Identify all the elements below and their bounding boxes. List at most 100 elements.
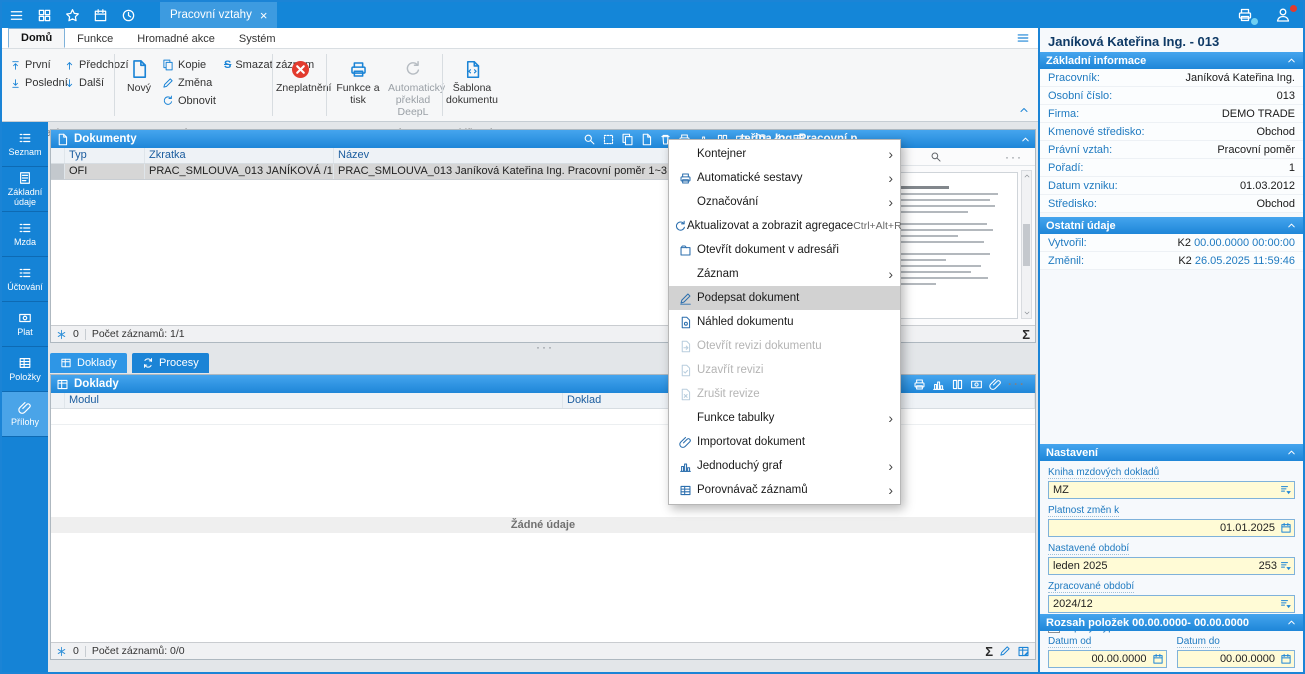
column-header-zkratka[interactable]: Zkratka — [145, 148, 334, 163]
row-selector[interactable] — [51, 164, 65, 179]
zoom-search-icon[interactable] — [930, 151, 942, 163]
calendar-picker-icon[interactable] — [1280, 522, 1292, 534]
sidebar-item-mzda[interactable]: Mzda — [2, 212, 48, 257]
calendar-icon[interactable] — [86, 2, 114, 28]
nastavene-obdobi-input[interactable]: leden 2025 253 — [1048, 557, 1295, 575]
document-template-button[interactable]: Šablona dokumentu — [446, 56, 498, 106]
menu-item-automaticke-sestavy[interactable]: Automatické sestavy› — [669, 166, 900, 190]
lookup-dropdown-icon[interactable] — [1280, 560, 1292, 572]
zpracovane-obdobi-input[interactable]: 2024/12 — [1048, 595, 1295, 613]
menu-item-porovnavac-zaznamu[interactable]: Porovnávač záznamů› — [669, 478, 900, 502]
collapse-chevron-icon[interactable] — [1286, 447, 1297, 458]
calendar-picker-icon[interactable] — [1280, 653, 1292, 665]
preview-scrollbar[interactable] — [1021, 170, 1032, 319]
section-header-rozsah-polozek[interactable]: Rozsah položek 00.00.0000- 00.00.0000 — [1040, 614, 1303, 631]
paperclip-icon[interactable] — [989, 378, 1002, 391]
section-header-nastaveni[interactable]: Nastavení — [1040, 444, 1303, 461]
ribbon-menu-icon[interactable] — [1016, 31, 1030, 45]
chart-icon[interactable] — [932, 378, 945, 391]
platnost-zmen-input[interactable]: 01.01.2025 — [1048, 519, 1295, 537]
menu-item-kontejner[interactable]: Kontejner› — [669, 142, 900, 166]
copy-record-button[interactable]: Kopie — [162, 59, 206, 71]
document-icon[interactable] — [640, 133, 653, 146]
tab-doklady[interactable]: Doklady — [50, 353, 127, 373]
ribbon-tab-hromadne-akce[interactable]: Hromadné akce — [125, 30, 227, 48]
calendar-picker-icon[interactable] — [1152, 653, 1164, 665]
sidebar-item-seznam[interactable]: Seznam — [2, 122, 48, 167]
section-header-zakladni-informace[interactable]: Základní informace — [1040, 52, 1303, 69]
sidebar-item-zakladni-udaje[interactable]: Základní údaje — [2, 167, 48, 212]
sidebar-item-uctovani[interactable]: Účtování — [2, 257, 48, 302]
sum-sigma-icon[interactable]: Σ — [985, 644, 993, 659]
kniha-dokladu-input[interactable]: MZ — [1048, 481, 1295, 499]
sidebar-item-prilohy[interactable]: Přílohy — [2, 392, 48, 437]
copy-record-label: Kopie — [178, 59, 206, 71]
column-header-typ[interactable]: Typ — [65, 148, 145, 163]
ribbon-tab-system[interactable]: Systém — [227, 30, 288, 48]
open-module-tab[interactable]: Pracovní vztahy × — [160, 2, 277, 28]
print-queue-icon[interactable] — [1231, 2, 1259, 28]
field-label: Datum od — [1048, 636, 1091, 648]
printer-icon[interactable] — [913, 378, 926, 391]
detail-row: Pořadí:1 — [1040, 159, 1303, 177]
edit-table-icon[interactable] — [1017, 645, 1030, 658]
filter-snowflake-icon[interactable] — [56, 646, 67, 657]
menu-item-zaznam[interactable]: Záznam› — [669, 262, 900, 286]
filter-snowflake-icon[interactable] — [56, 329, 67, 340]
detail-row: Pracovník:Janíková Kateřina Ing. — [1040, 69, 1303, 87]
more-options-icon[interactable]: ··· — [1005, 154, 1023, 160]
select-frame-icon[interactable] — [602, 133, 615, 146]
panel-collapse-chevron-icon[interactable] — [1020, 134, 1031, 145]
functions-print-button[interactable]: Funkce a tisk — [332, 56, 384, 106]
column-header-modul[interactable]: Modul — [65, 393, 563, 408]
nav-first-button[interactable]: První — [10, 59, 51, 71]
sidebar-item-polozky[interactable]: Položky — [2, 347, 48, 392]
collapse-chevron-icon[interactable] — [1286, 617, 1297, 628]
cell-zkratka: PRAC_SMLOUVA_013 JANÍKOVÁ /164 — [145, 164, 334, 179]
ribbon-tab-domu[interactable]: Domů — [8, 28, 65, 48]
user-profile-icon[interactable] — [1269, 2, 1297, 28]
main-menu-icon[interactable] — [2, 2, 30, 28]
datum-do-input[interactable]: 00.00.0000 — [1177, 650, 1296, 668]
datum-od-input[interactable]: 00.00.0000 — [1048, 650, 1167, 668]
collapse-chevron-icon[interactable] — [1286, 55, 1297, 66]
clock-icon[interactable] — [114, 2, 142, 28]
menu-item-jednoduchy-graf[interactable]: Jednoduchý graf› — [669, 454, 900, 478]
ribbon-tab-funkce[interactable]: Funkce — [65, 30, 125, 48]
app-grid-icon[interactable] — [30, 2, 58, 28]
splitter-handle[interactable]: ··· — [536, 344, 554, 350]
more-options-icon[interactable]: ··· — [1008, 381, 1026, 387]
lookup-dropdown-icon[interactable] — [1280, 598, 1292, 610]
edit-pencil-icon[interactable] — [999, 645, 1011, 657]
doc-magnifier-icon[interactable] — [583, 133, 596, 146]
collapse-chevron-icon[interactable] — [1286, 220, 1297, 231]
menu-item-podepsat-dokument[interactable]: Podepsat dokument — [669, 286, 900, 310]
sidebar-item-plat[interactable]: Plat — [2, 302, 48, 347]
menu-item-nahled-dokumentu[interactable]: Náhled dokumentu — [669, 310, 900, 334]
favorites-star-icon[interactable] — [58, 2, 86, 28]
invalidate-button[interactable]: Zneplatnění — [276, 56, 324, 94]
tab-close-icon[interactable]: × — [260, 8, 268, 23]
refresh-record-button[interactable]: Obnovit — [162, 95, 216, 107]
edit-record-button[interactable]: Změna — [162, 77, 212, 89]
nav-prev-button[interactable]: Předchozí — [64, 59, 129, 71]
field-value: 00.00.0000 — [1182, 653, 1278, 665]
menu-item-importovat-dokument[interactable]: Importovat dokument — [669, 430, 900, 454]
sum-sigma-icon[interactable]: Σ — [1022, 327, 1030, 342]
nav-next-button[interactable]: Další — [64, 77, 104, 89]
copy-icon[interactable] — [621, 133, 634, 146]
red-x-circle-icon — [276, 56, 324, 82]
menu-item-funkce-tabulky[interactable]: Funkce tabulky› — [669, 406, 900, 430]
nav-last-button[interactable]: Poslední — [10, 77, 68, 89]
lookup-dropdown-icon[interactable] — [1280, 484, 1292, 496]
columns-icon[interactable] — [951, 378, 964, 391]
menu-item-oznacovani[interactable]: Označování› — [669, 190, 900, 214]
money-icon[interactable] — [970, 378, 983, 391]
ribbon-collapse-chevron-icon[interactable] — [1018, 104, 1030, 116]
scrollbar-thumb[interactable] — [1023, 224, 1030, 266]
menu-item-otevrit-v-adresari[interactable]: Otevřít dokument v adresáři — [669, 238, 900, 262]
menu-item-aktualizovat-agregace[interactable]: Aktualizovat a zobrazit agregaceCtrl+Alt… — [669, 214, 900, 238]
section-header-ostatni-udaje[interactable]: Ostatní údaje — [1040, 217, 1303, 234]
tab-procesy[interactable]: Procesy — [132, 353, 209, 373]
new-record-button[interactable]: Nový — [120, 56, 158, 94]
